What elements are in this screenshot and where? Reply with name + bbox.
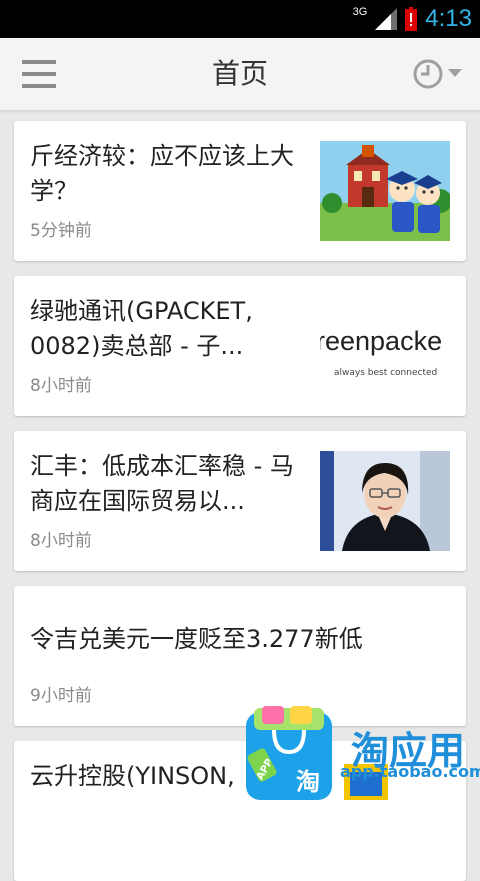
clock-history-icon	[413, 59, 462, 89]
news-title: 汇丰：低成本汇率稳 - 马商应在国际贸易以...	[30, 452, 294, 515]
news-time: 9小时前	[30, 686, 92, 706]
battery-low-icon	[405, 7, 418, 31]
news-thumbnail-portrait	[320, 451, 450, 551]
news-time: 8小时前	[30, 376, 92, 396]
news-title: 绿驰通讯(GPACKET, 0082)卖总部 - 子...	[30, 297, 253, 360]
signal-icon	[375, 8, 398, 30]
news-title: 斤经济较：应不应该上大学？	[30, 142, 294, 205]
news-time: 8小时前	[30, 531, 92, 551]
clock: 4:13	[425, 5, 472, 32]
taobao-app-promo[interactable]: APP 淘 淘应用 app.taobao.com	[240, 706, 480, 800]
action-bar: 首页	[0, 38, 480, 111]
history-button[interactable]	[412, 58, 466, 90]
news-time: 5分钟前	[30, 221, 92, 241]
network-type: 3G	[352, 6, 368, 18]
news-thumbnail-logo: reenpacke always best connected	[320, 296, 450, 396]
thumb-tagline: always best connected	[334, 368, 438, 378]
promo-bag-char: 淘	[296, 768, 320, 796]
news-card[interactable]: 绿驰通讯(GPACKET, 0082)卖总部 - 子... 8小时前 reenp…	[14, 276, 466, 416]
page-title: 首页	[211, 57, 268, 90]
status-bar: 3G 4:13	[0, 0, 480, 38]
promo-url: app.taobao.com	[340, 762, 480, 781]
news-card[interactable]: 令吉兑美元一度贬至3.277新低 9小时前	[14, 586, 466, 726]
news-thumbnail-graduation	[320, 141, 450, 241]
news-title: 令吉兑美元一度贬至3.277新低	[30, 625, 363, 653]
thumb-logo-text: reenpacke	[320, 326, 443, 356]
news-card[interactable]: 斤经济较：应不应该上大学？ 5分钟前	[14, 121, 466, 261]
news-card[interactable]: 汇丰：低成本汇率稳 - 马商应在国际贸易以... 8小时前	[14, 431, 466, 571]
